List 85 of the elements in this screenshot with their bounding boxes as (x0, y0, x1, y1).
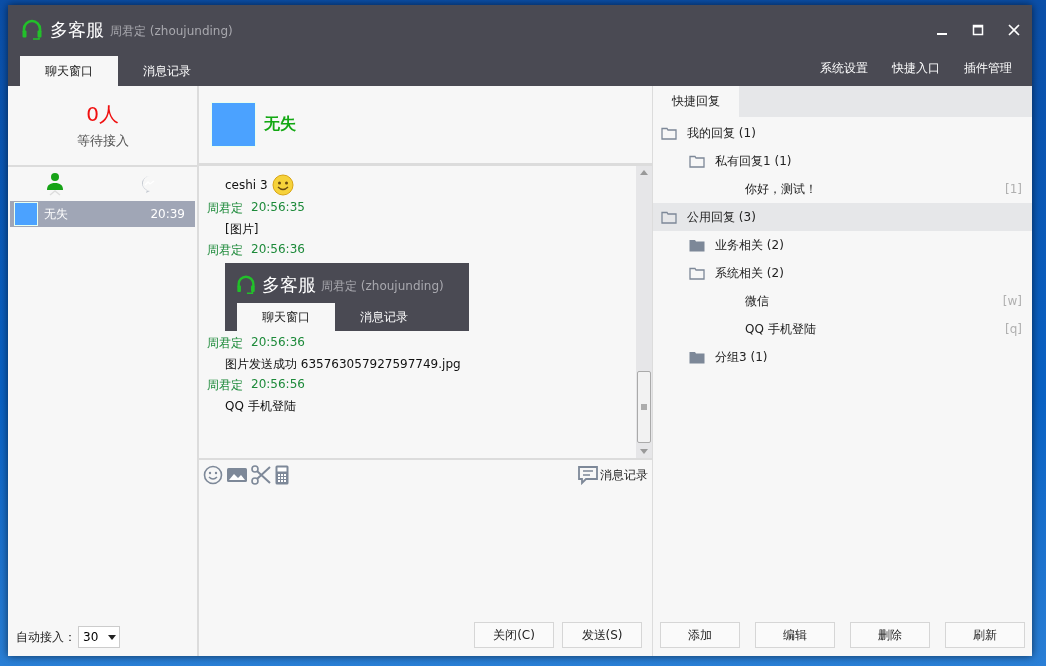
emoji-icon[interactable] (203, 465, 223, 485)
message-text: 图片发送成功 635763057927597749.jpg (225, 356, 461, 373)
top-link[interactable]: 系统设置 (808, 60, 880, 77)
folder-label: 我的回复 (1) (687, 124, 756, 142)
folder-icon (661, 210, 677, 224)
reply-item[interactable]: 你好，测试！ [1] (653, 175, 1032, 203)
reply-action-button[interactable]: 添加 (659, 622, 740, 648)
waiting-count: 0人 (86, 101, 119, 128)
folder-item[interactable]: 我的回复 (1) (653, 119, 1032, 147)
folder-item[interactable]: 公用回复 (3) (653, 203, 1032, 231)
folder-item[interactable]: 私有回复1 (1) (653, 147, 1032, 175)
sender-name: 周君定 (207, 335, 243, 352)
message-text: [图片] (225, 221, 259, 238)
shortcut-key: [q] (1005, 322, 1022, 336)
folder-icon (661, 126, 677, 140)
sender-name: 周君定 (207, 242, 243, 259)
message-time: 20:56:36 (251, 242, 305, 258)
folder-label: 公用回复 (3) (687, 208, 756, 226)
main-tab[interactable]: 聊天窗口 (20, 56, 118, 86)
reply-item[interactable]: QQ 手机登陆 [q] (653, 315, 1032, 343)
waiting-label: 等待接入 (76, 132, 129, 150)
folder-label: 系统相关 (2) (715, 264, 784, 282)
headset-icon (20, 18, 44, 42)
smiley-icon (271, 174, 294, 196)
main-tab[interactable]: 消息记录 (335, 303, 433, 331)
folder-label: 私有回复1 (1) (715, 152, 792, 170)
calculator-icon[interactable] (275, 465, 289, 485)
reply-action-button[interactable]: 刷新 (945, 622, 1026, 648)
main-tab[interactable]: 聊天窗口 (237, 303, 335, 331)
folder-icon (689, 350, 705, 364)
folder-icon (689, 266, 705, 280)
folder-label: 业务相关 (2) (715, 236, 784, 254)
app-title: 多客服 (50, 18, 104, 42)
message-time: 20:56:56 (251, 377, 305, 393)
auto-accept-label: 自动接入： (16, 628, 76, 646)
chat-name: 无失 (264, 114, 296, 135)
caret-icon (49, 190, 62, 196)
chat-action-button[interactable]: 发送(S) (562, 622, 642, 648)
person-icon (46, 172, 65, 190)
avatar (211, 102, 256, 147)
folder-icon (689, 154, 705, 168)
shortcut-key: [1] (1005, 182, 1022, 196)
minimize-icon (937, 33, 947, 35)
top-link[interactable]: 快捷入口 (880, 60, 952, 77)
top-link[interactable]: 插件管理 (952, 60, 1024, 77)
grip-icon (641, 404, 647, 410)
reply-text: 你好，测试！ (745, 180, 817, 198)
reply-action-button[interactable]: 删除 (850, 622, 931, 648)
folder-item[interactable]: 系统相关 (2) (653, 259, 1032, 287)
scroll-up-icon[interactable] (640, 170, 648, 175)
auto-accept-dropdown[interactable]: 30 (78, 626, 120, 648)
user-name: 周君定 (zhoujunding) (110, 23, 233, 40)
headset-icon (235, 274, 257, 296)
reply-item[interactable]: 微信 [w] (653, 287, 1032, 315)
dropdown-arrow-icon[interactable] (108, 634, 116, 640)
reply-text: 微信 (745, 292, 769, 310)
message-time: 20:56:35 (251, 200, 305, 216)
message-icon (578, 465, 598, 485)
folder-item[interactable]: 分组3 (1) (653, 343, 1032, 371)
message-time: 20:56:36 (251, 335, 305, 351)
reply-text: QQ 手机登陆 (745, 320, 816, 338)
app-title: 多客服 (262, 273, 316, 297)
reply-action-button[interactable]: 编辑 (754, 622, 835, 648)
sender-name: 周君定 (207, 377, 243, 394)
scrollbar[interactable] (636, 166, 652, 458)
sender-name: 周君定 (207, 200, 243, 217)
user-name: 周君定 (zhoujunding) (321, 278, 444, 295)
folder-label: 分组3 (1) (715, 348, 768, 366)
close-icon (1008, 24, 1020, 36)
contact-name: 无失 (44, 205, 68, 223)
maximize-icon (972, 24, 984, 36)
history-link[interactable]: 消息记录 (578, 465, 648, 485)
avatar (14, 202, 38, 226)
main-tab[interactable]: 消息记录 (118, 56, 216, 86)
scroll-down-icon[interactable] (640, 449, 648, 454)
chat-action-button[interactable]: 关闭(C) (474, 622, 554, 648)
shortcut-key: [w] (1002, 294, 1022, 308)
quick-reply-tab[interactable]: 快捷回复 (653, 86, 739, 117)
contact-time: 20:39 (150, 207, 185, 221)
message-text: ceshi 3 (225, 178, 268, 192)
scissors-icon[interactable] (251, 465, 271, 485)
image-icon[interactable] (227, 467, 247, 483)
folder-item[interactable]: 业务相关 (2) (653, 231, 1032, 259)
message-text: QQ 手机登陆 (225, 398, 296, 415)
folder-icon (689, 238, 705, 252)
